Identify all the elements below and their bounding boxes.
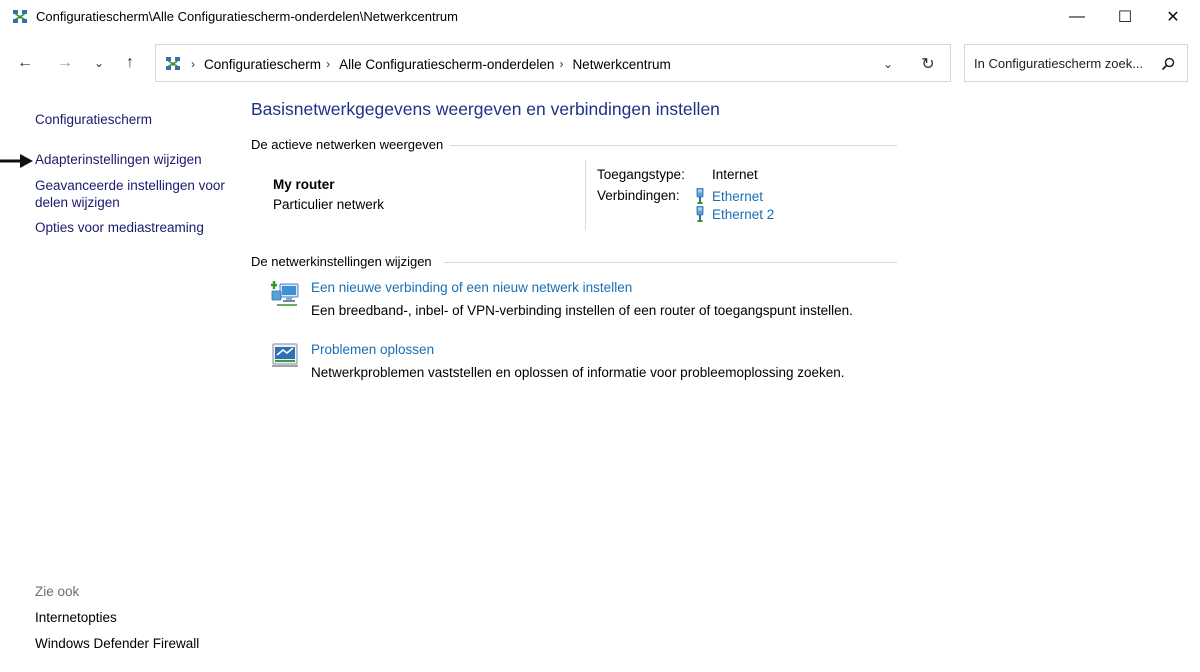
see-also-firewall[interactable]: Windows Defender Firewall (35, 635, 199, 652)
connection-ethernet-2[interactable]: Ethernet 2 (694, 206, 774, 222)
see-also-internetopties[interactable]: Internetopties (35, 609, 117, 626)
window-title: Configuratiescherm\Alle Configuratiesche… (36, 9, 458, 24)
network-name: My router (273, 177, 335, 192)
section-divider (450, 145, 897, 146)
new-connection-icon (271, 281, 299, 306)
arrow-pointer-icon (0, 154, 33, 168)
sidebar-item-label: delen wijzigen (35, 195, 120, 210)
sidebar-item-configuratiescherm[interactable]: Configuratiescherm (35, 111, 152, 128)
breadcrumb: › Configuratiescherm › Alle Configuratie… (186, 45, 671, 83)
breadcrumb-item-configuratiescherm[interactable]: Configuratiescherm (204, 57, 321, 72)
connection-link-label: Ethernet (712, 188, 764, 204)
up-button[interactable]: ↑ (117, 50, 143, 76)
access-type-label: Toegangstype: (597, 167, 685, 182)
sidebar-item-adapterinstellingen[interactable]: Adapterinstellingen wijzigen (35, 151, 202, 168)
ethernet-plug-icon (696, 188, 704, 204)
breadcrumb-separator-icon[interactable]: › (559, 57, 563, 71)
section-heading-change-settings: De netwerkinstellingen wijzigen (251, 254, 432, 269)
network-center-icon (13, 10, 27, 23)
page-title: Basisnetwerkgegevens weergeven en verbin… (251, 99, 720, 119)
connection-ethernet[interactable]: Ethernet (694, 188, 763, 204)
maximize-button[interactable]: ☐ (1102, 0, 1148, 34)
network-center-icon (166, 57, 180, 70)
troubleshoot-description: Netwerkproblemen vaststellen en oplossen… (311, 365, 845, 380)
section-divider (444, 262, 897, 263)
address-dropdown-button[interactable]: ⌄ (876, 53, 900, 75)
search-box[interactable] (964, 44, 1188, 82)
connection-link-label: Ethernet 2 (712, 206, 775, 222)
minimize-button[interactable]: — (1054, 0, 1100, 34)
search-icon[interactable] (1158, 54, 1178, 74)
close-button[interactable]: ✕ (1150, 0, 1196, 34)
search-icon (1161, 57, 1175, 71)
network-type: Particulier netwerk (273, 197, 385, 212)
title-bar: Configuratiescherm\Alle Configuratiesche… (0, 0, 1200, 34)
breadcrumb-item-alle-onderdelen[interactable]: Alle Configuratiescherm-onderdelen (339, 57, 554, 72)
address-bar[interactable]: › Configuratiescherm › Alle Configuratie… (155, 44, 951, 82)
vertical-divider (585, 160, 586, 230)
connections-label: Verbindingen: (597, 188, 680, 203)
sidebar-item-geavanceerde-instellingen[interactable]: Geavanceerde instellingen voor delen wij… (35, 177, 225, 211)
troubleshoot-icon (272, 343, 298, 367)
breadcrumb-item-netwerkcentrum[interactable]: Netwerkcentrum (572, 57, 670, 72)
refresh-button[interactable]: ↻ (916, 53, 940, 75)
new-connection-description: Een breedband-, inbel- of VPN-verbinding… (311, 303, 853, 318)
new-connection-link[interactable]: Een nieuwe verbinding of een nieuw netwe… (311, 280, 632, 295)
forward-button[interactable]: → (52, 50, 78, 76)
search-input[interactable] (965, 45, 1155, 81)
ethernet-plug-icon (696, 206, 704, 222)
access-type-value: Internet (712, 167, 758, 182)
breadcrumb-separator-icon[interactable]: › (326, 57, 330, 71)
breadcrumb-separator-icon[interactable]: › (191, 57, 195, 71)
sidebar-item-mediastreaming[interactable]: Opties voor mediastreaming (35, 219, 204, 236)
recent-locations-button[interactable]: ⌄ (86, 50, 112, 76)
back-button[interactable]: ← (12, 50, 38, 76)
sidebar-item-label: Geavanceerde instellingen voor (35, 178, 225, 193)
left-panel: Configuratiescherm Adapterinstellingen w… (0, 96, 240, 672)
navigation-bar: ← → ⌄ ↑ › Configuratiescherm › Alle Conf… (0, 42, 1200, 84)
section-heading-active-networks: De actieve netwerken weergeven (251, 137, 444, 152)
troubleshoot-link[interactable]: Problemen oplossen (311, 342, 434, 357)
see-also-heading: Zie ook (35, 584, 80, 599)
